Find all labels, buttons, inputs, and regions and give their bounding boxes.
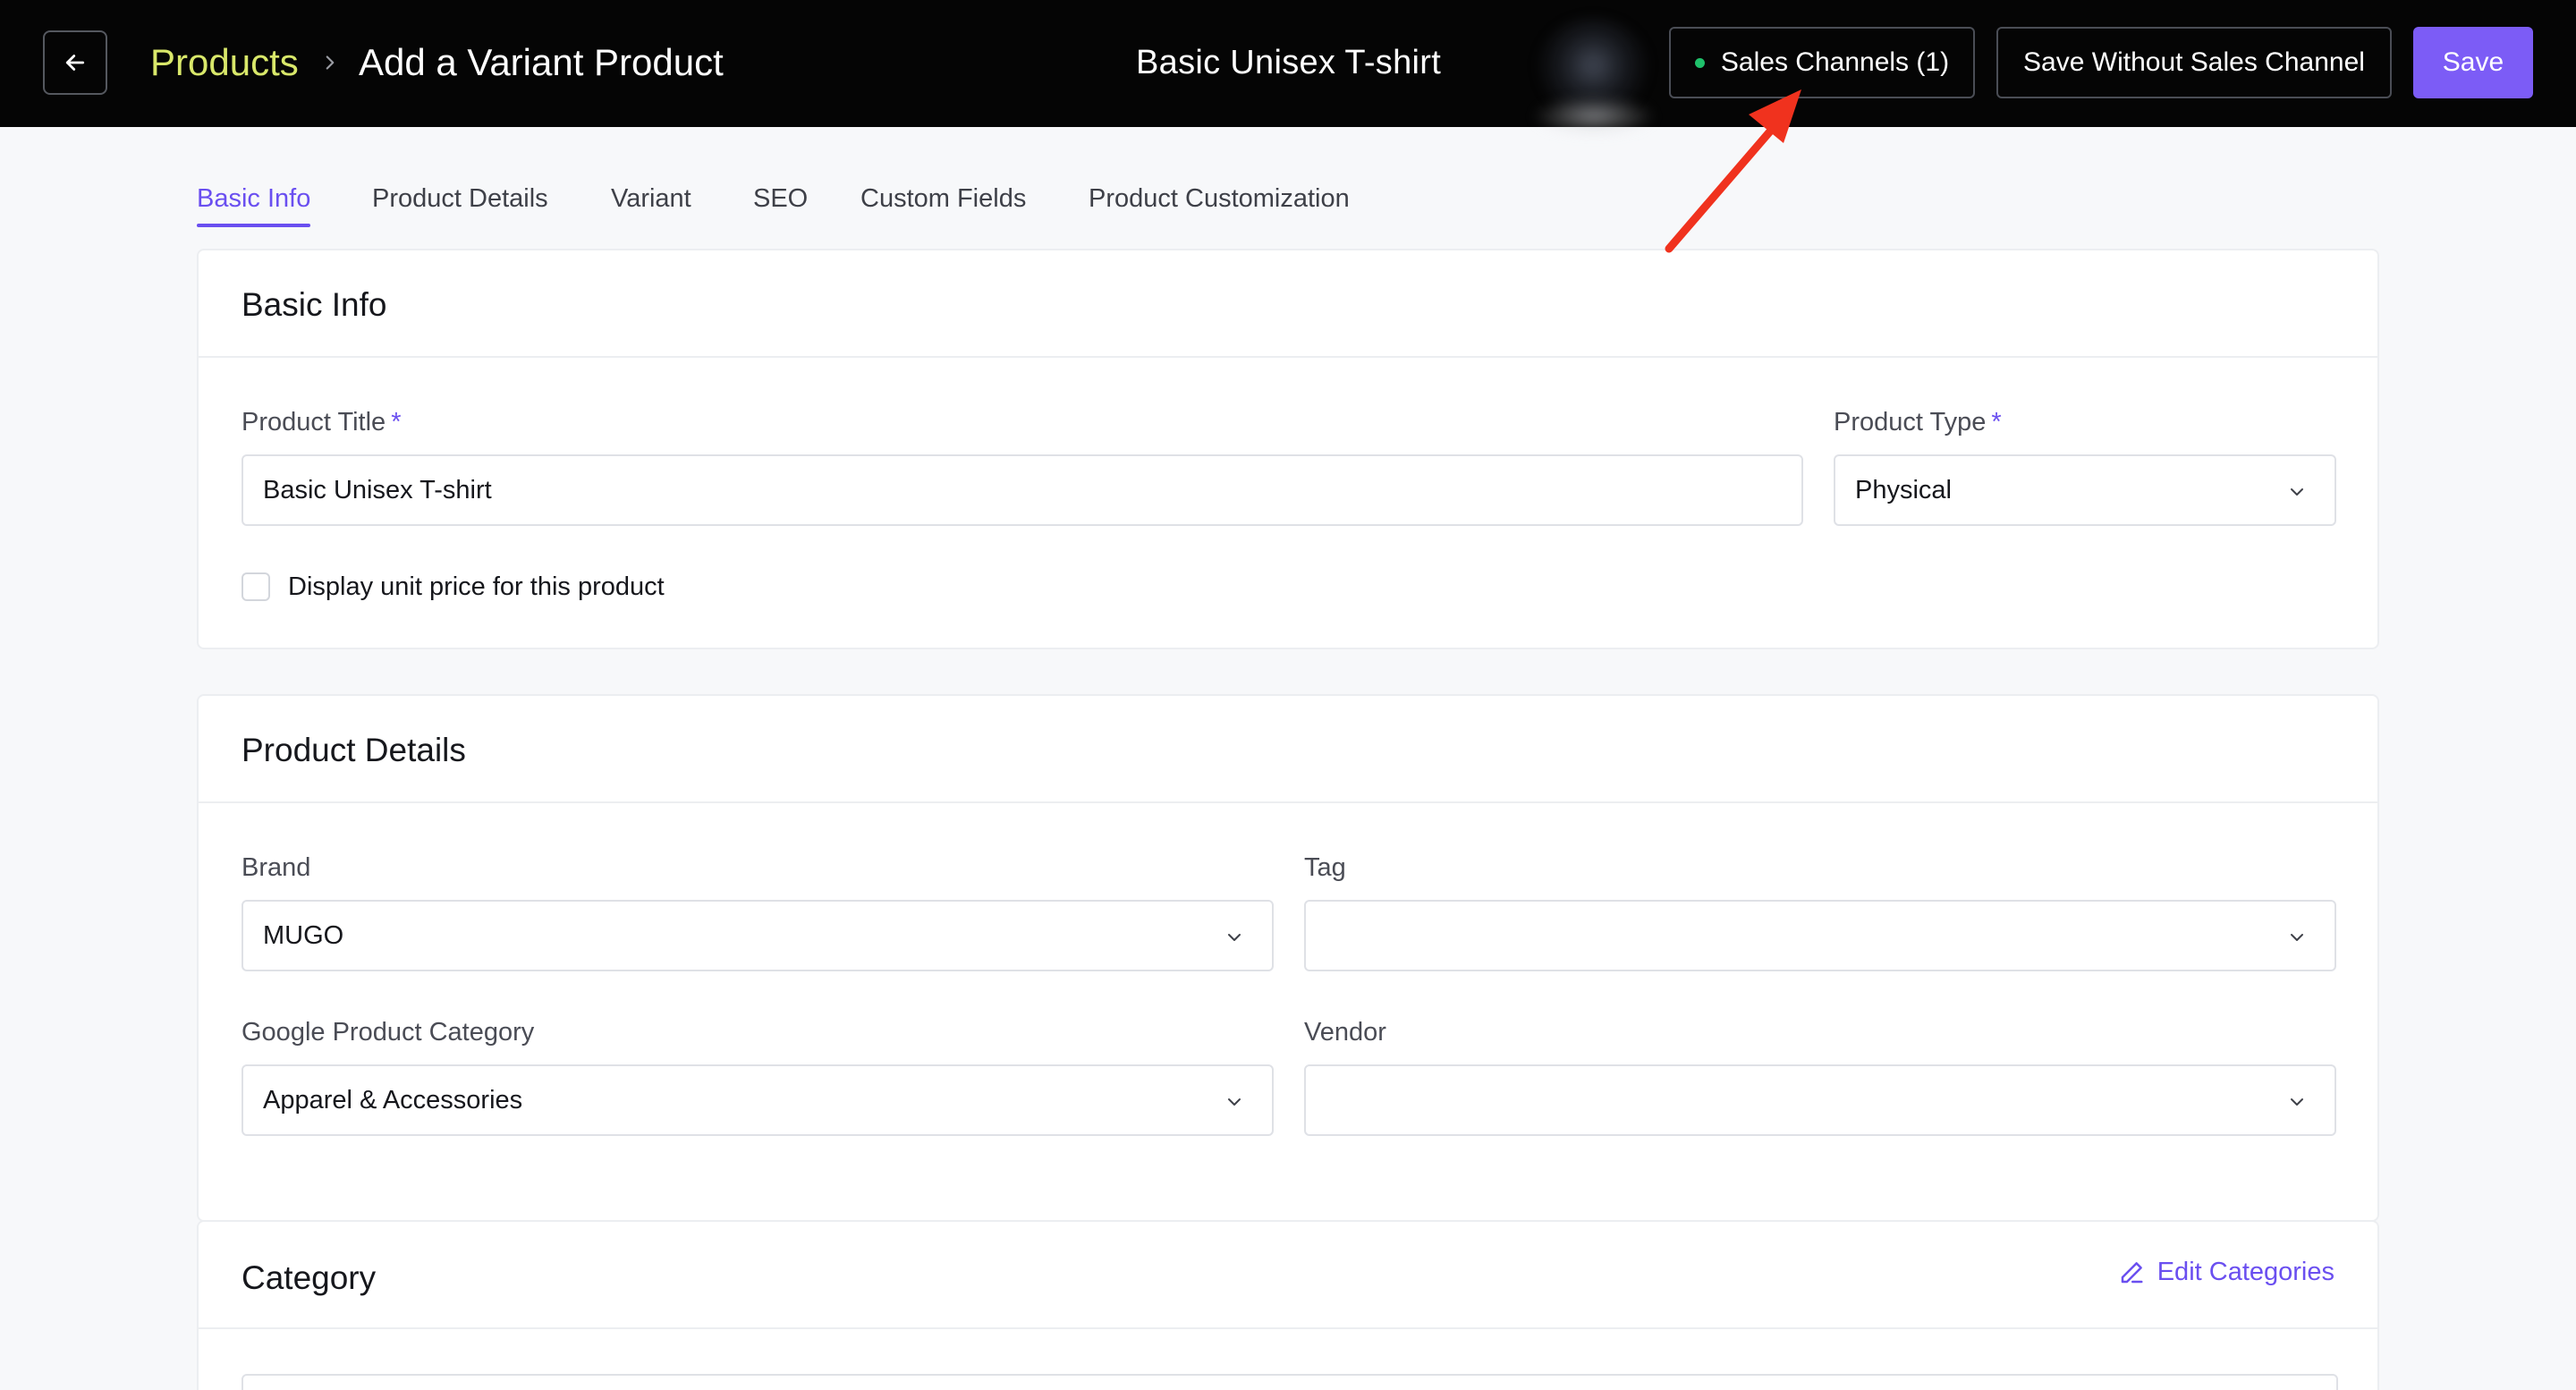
vendor-label: Vendor xyxy=(1304,1018,1386,1047)
chevron-down-icon xyxy=(2291,488,2303,496)
category-field[interactable] xyxy=(242,1374,2338,1390)
brand-value: MUGO xyxy=(263,920,344,950)
chevron-down-icon xyxy=(1228,934,1241,941)
tab-basic-info[interactable]: Basic Info xyxy=(197,179,311,227)
vendor-select[interactable] xyxy=(1304,1064,2336,1136)
basic-info-header: Basic Info xyxy=(199,250,2377,358)
top-bar: Products Add a Variant Product Basic Uni… xyxy=(0,0,2576,136)
edit-categories-label: Edit Categories xyxy=(2157,1258,2334,1286)
chevron-down-icon xyxy=(2291,934,2303,941)
product-details-header: Product Details xyxy=(199,696,2377,803)
edit-categories-link[interactable]: Edit Categories xyxy=(2118,1258,2334,1287)
sales-channels-label: Sales Channels (1) xyxy=(1720,47,1950,77)
tab-variant[interactable]: Variant xyxy=(611,179,691,218)
tag-label: Tag xyxy=(1304,853,1346,882)
save-without-sales-channel-label: Save Without Sales Channel xyxy=(2023,47,2365,77)
brand-select[interactable]: MUGO xyxy=(242,900,1274,971)
arrow-left-icon xyxy=(65,55,85,71)
google-product-category-select[interactable]: Apparel & Accessories xyxy=(242,1064,1274,1136)
category-title: Category xyxy=(242,1259,377,1296)
status-dot-icon xyxy=(1694,57,1705,68)
product-title-heading: Basic Unisex T-shirt xyxy=(1136,44,1442,81)
required-mark: * xyxy=(391,408,402,436)
save-without-sales-channel-button[interactable]: Save Without Sales Channel xyxy=(1996,27,2392,98)
required-mark: * xyxy=(1991,408,2002,436)
product-type-select[interactable]: Physical xyxy=(1834,454,2336,526)
save-label: Save xyxy=(2442,47,2504,77)
chevron-down-icon xyxy=(2291,1098,2303,1106)
breadcrumb-current: Add a Variant Product xyxy=(359,41,724,83)
save-button[interactable]: Save xyxy=(2413,27,2533,98)
google-product-category-label: Google Product Category xyxy=(242,1018,535,1047)
google-product-category-value: Apparel & Accessories xyxy=(263,1085,523,1115)
tab-product-details[interactable]: Product Details xyxy=(372,179,548,218)
brand-label: Brand xyxy=(242,853,311,882)
pencil-icon xyxy=(2121,1261,2143,1283)
tab-custom-fields[interactable]: Custom Fields xyxy=(860,179,1026,218)
tag-select[interactable] xyxy=(1304,900,2336,971)
display-unit-price-checkbox[interactable] xyxy=(242,572,270,601)
product-details-card: Product Details Brand MUGO Tag Google Pr… xyxy=(197,694,2379,1222)
chevron-down-icon xyxy=(1228,1098,1241,1106)
display-unit-price-label: Display unit price for this product xyxy=(288,572,665,601)
blurred-avatar-shadow xyxy=(1531,97,1657,136)
product-type-label: Product Type * xyxy=(1834,408,2002,436)
product-title-value: Basic Unisex T-shirt xyxy=(263,475,492,504)
product-title-input[interactable]: Basic Unisex T-shirt xyxy=(242,454,1803,526)
breadcrumb-products-link[interactable]: Products xyxy=(150,39,299,86)
tab-product-customization[interactable]: Product Customization xyxy=(1089,179,1350,218)
basic-info-title: Basic Info xyxy=(242,286,387,323)
category-card: Category Edit Categories xyxy=(197,1220,2379,1390)
product-title-label: Product Title * xyxy=(242,408,402,436)
sales-channels-button[interactable]: Sales Channels (1) xyxy=(1669,27,1975,98)
tab-seo[interactable]: SEO xyxy=(753,179,808,218)
back-button[interactable] xyxy=(43,30,107,95)
basic-info-card: Basic Info Product Title * Basic Unisex T… xyxy=(197,249,2379,649)
product-details-title: Product Details xyxy=(242,732,466,768)
chevron-right-icon xyxy=(326,55,335,70)
category-header: Category Edit Categories xyxy=(199,1222,2377,1329)
product-type-value: Physical xyxy=(1855,475,1952,504)
